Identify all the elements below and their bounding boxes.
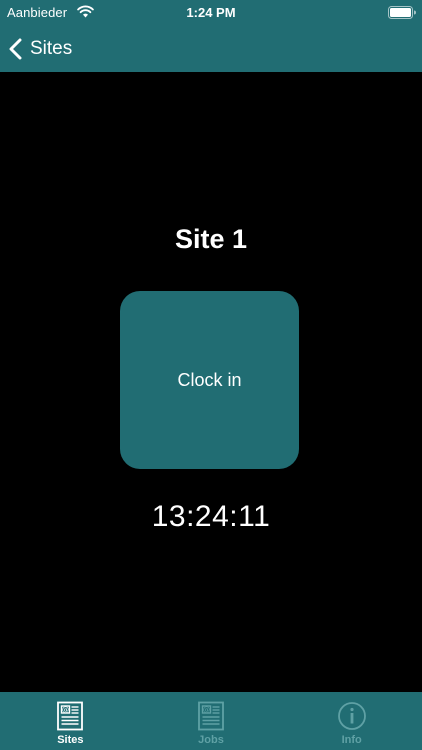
- chevron-left-icon: [9, 38, 22, 60]
- back-button-label: Sites: [30, 38, 73, 59]
- site-title: Site 1: [174, 224, 248, 254]
- status-time: 1:24 PM: [186, 5, 236, 20]
- back-button[interactable]: Sites: [8, 34, 72, 64]
- tab-sites[interactable]: @ Sites: [0, 692, 141, 750]
- app-screen: Aanbieder 1:24 PM Sites Site 1 Clock in …: [0, 0, 422, 750]
- tab-jobs[interactable]: @ Jobs: [141, 692, 282, 750]
- info-circle-icon: [337, 702, 366, 730]
- clock-in-label: Clock in: [177, 369, 242, 390]
- navigation-bar: Sites: [0, 26, 422, 72]
- tab-jobs-label: Jobs: [198, 734, 224, 746]
- tab-info-label: Info: [341, 734, 362, 746]
- tab-info[interactable]: Info: [281, 692, 422, 750]
- newspaper-icon: @: [198, 701, 224, 731]
- svg-text:@: @: [203, 706, 210, 714]
- svg-text:@: @: [62, 706, 69, 714]
- tab-bar: @ Sites @ Jobs Info: [0, 692, 422, 750]
- top-bar: Aanbieder 1:24 PM Sites: [0, 0, 422, 72]
- tab-sites-label: Sites: [57, 734, 84, 746]
- battery-icon: [388, 6, 416, 19]
- newspaper-icon: @: [57, 701, 84, 731]
- status-bar: Aanbieder 1:24 PM: [0, 0, 422, 26]
- current-time-display: 13:24:11: [151, 500, 271, 533]
- clock-in-button[interactable]: Clock in: [120, 291, 299, 469]
